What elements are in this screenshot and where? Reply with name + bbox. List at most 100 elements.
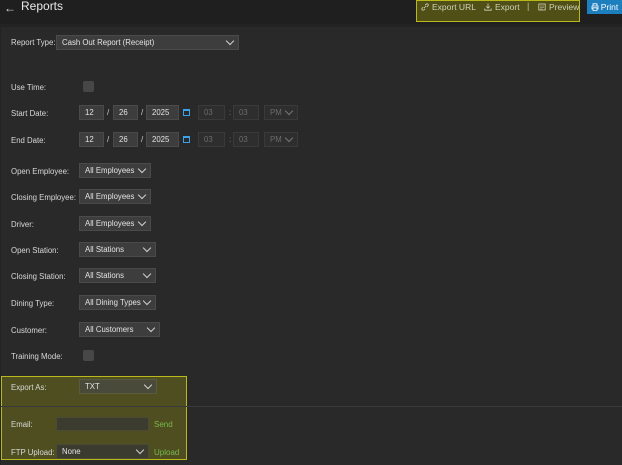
- customer-select[interactable]: All Customers: [79, 322, 160, 337]
- preview-icon: [538, 3, 546, 11]
- time-separator: :: [229, 108, 232, 117]
- calendar-icon[interactable]: [183, 109, 190, 116]
- ftp-upload-value: None: [62, 447, 81, 456]
- chevron-down-icon: [146, 323, 156, 333]
- end-minute-value: 03: [239, 135, 248, 144]
- email-input[interactable]: [56, 417, 149, 431]
- print-label: Print: [600, 2, 619, 12]
- training-mode-checkbox[interactable]: [83, 350, 94, 361]
- start-minute-input: 03: [233, 105, 259, 120]
- print-button[interactable]: Print: [587, 0, 622, 14]
- end-hour-input: 03: [198, 132, 225, 147]
- chevron-down-icon: [225, 36, 235, 46]
- start-month-input[interactable]: 12: [79, 105, 104, 120]
- start-hour-value: 03: [204, 108, 213, 117]
- open-employee-label: Open Employee:: [11, 167, 70, 176]
- end-ampm-value: PM: [270, 135, 282, 144]
- start-hour-input: 03: [198, 105, 225, 120]
- export-url-button[interactable]: Export URL: [421, 2, 476, 12]
- export-url-label: Export URL: [432, 2, 476, 12]
- time-separator: :: [229, 135, 232, 144]
- upload-button[interactable]: Upload: [154, 448, 179, 457]
- arrow-left-icon[interactable]: ←: [4, 1, 16, 15]
- chevron-down-icon: [284, 106, 294, 116]
- email-label: Email:: [11, 420, 33, 429]
- chevron-down-icon: [284, 133, 294, 143]
- chevron-down-icon: [135, 445, 145, 455]
- chevron-down-icon: [142, 243, 152, 253]
- start-year-input[interactable]: 2025: [146, 105, 179, 120]
- start-year-value: 2025: [152, 108, 170, 117]
- closing-employee-select[interactable]: All Employees: [79, 189, 151, 204]
- date-separator: /: [141, 135, 144, 144]
- start-minute-value: 03: [239, 108, 248, 117]
- start-day-value: 26: [119, 108, 128, 117]
- calendar-icon[interactable]: [183, 136, 190, 143]
- driver-value: All Employees: [85, 219, 135, 228]
- section-divider: [1, 406, 622, 407]
- end-day-value: 26: [119, 135, 128, 144]
- top-bar: ← Reports Export URL Export | Preview Pr…: [0, 0, 622, 24]
- end-year-input[interactable]: 2025: [146, 132, 179, 147]
- start-ampm-select: PM: [264, 105, 298, 120]
- report-type-label: Report Type:: [11, 38, 56, 47]
- toolbar-separator: |: [527, 1, 530, 11]
- closing-station-label: Closing Station:: [11, 272, 66, 281]
- end-hour-value: 03: [204, 135, 213, 144]
- end-year-value: 2025: [152, 135, 170, 144]
- download-icon: [484, 3, 492, 11]
- report-type-select[interactable]: Cash Out Report (Receipt): [56, 35, 239, 50]
- chevron-down-icon: [142, 296, 152, 306]
- driver-select[interactable]: All Employees: [79, 216, 151, 231]
- end-ampm-select: PM: [264, 132, 298, 147]
- use-time-checkbox[interactable]: [83, 81, 94, 92]
- open-employee-value: All Employees: [85, 166, 135, 175]
- report-type-value: Cash Out Report (Receipt): [62, 38, 155, 47]
- customer-value: All Customers: [85, 325, 134, 334]
- preview-button[interactable]: Preview: [538, 2, 579, 12]
- export-label: Export: [495, 2, 520, 12]
- start-day-input[interactable]: 26: [113, 105, 138, 120]
- open-employee-select[interactable]: All Employees: [79, 163, 151, 178]
- end-month-input[interactable]: 12: [79, 132, 104, 147]
- chevron-down-icon: [137, 164, 147, 174]
- start-date-label: Start Date:: [11, 109, 49, 118]
- export-as-label: Export As:: [11, 383, 47, 392]
- end-month-value: 12: [85, 135, 94, 144]
- send-button[interactable]: Send: [154, 420, 173, 429]
- driver-label: Driver:: [11, 220, 34, 229]
- date-separator: /: [107, 135, 110, 144]
- chevron-down-icon: [143, 380, 153, 390]
- open-station-value: All Stations: [85, 245, 125, 254]
- dining-type-value: All Dining Types: [85, 298, 141, 307]
- ftp-upload-label: FTP Upload:: [11, 448, 55, 457]
- chevron-down-icon: [142, 269, 152, 279]
- open-station-label: Open Station:: [11, 246, 59, 255]
- chevron-down-icon: [137, 190, 147, 200]
- end-minute-input: 03: [233, 132, 259, 147]
- export-button[interactable]: Export: [484, 2, 520, 12]
- end-date-label: End Date:: [11, 136, 46, 145]
- start-ampm-value: PM: [270, 108, 282, 117]
- end-day-input[interactable]: 26: [113, 132, 138, 147]
- closing-employee-value: All Employees: [85, 192, 135, 201]
- export-as-select[interactable]: TXT: [79, 379, 157, 394]
- closing-employee-label: Closing Employee:: [11, 193, 77, 202]
- export-as-value: TXT: [85, 382, 100, 391]
- ftp-upload-select[interactable]: None: [56, 444, 149, 459]
- customer-label: Customer:: [11, 326, 47, 335]
- link-icon: [421, 3, 429, 11]
- preview-label: Preview: [549, 2, 580, 12]
- training-mode-label: Training Mode:: [11, 352, 63, 361]
- date-separator: /: [107, 108, 110, 117]
- open-station-select[interactable]: All Stations: [79, 242, 156, 257]
- start-month-value: 12: [85, 108, 94, 117]
- use-time-label: Use Time:: [11, 83, 47, 92]
- dining-type-select[interactable]: All Dining Types: [79, 295, 156, 310]
- date-separator: /: [141, 108, 144, 117]
- closing-station-value: All Stations: [85, 271, 125, 280]
- chevron-down-icon: [137, 217, 147, 227]
- closing-station-select[interactable]: All Stations: [79, 268, 156, 283]
- dining-type-label: Dining Type:: [11, 299, 55, 308]
- page-title: Reports: [21, 0, 64, 13]
